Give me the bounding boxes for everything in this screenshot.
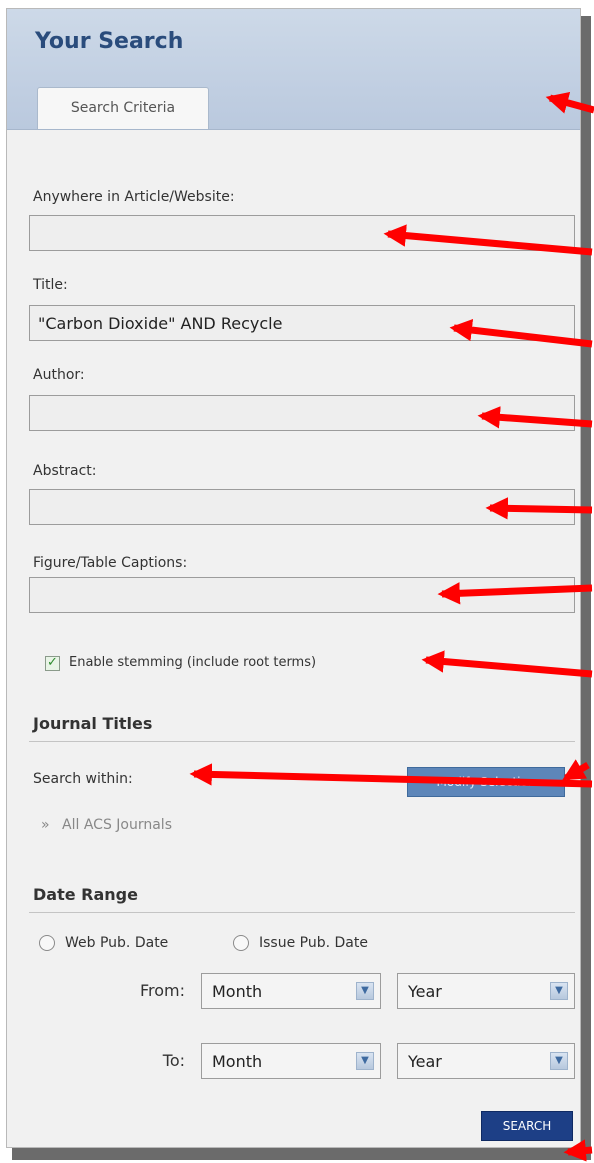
annotation-arrow [449, 318, 593, 348]
annotation-arrows [189, 91, 594, 1162]
annotation-arrow [562, 759, 590, 782]
annotation-arrow [437, 582, 593, 605]
annotation-arrow [485, 497, 593, 520]
annotation-arrow [563, 1139, 593, 1162]
annotation-arrow [545, 91, 594, 114]
annotation-arrow [477, 406, 593, 429]
annotation-arrow [189, 763, 593, 788]
annotation-arrow [383, 224, 593, 256]
annotation-arrow [421, 650, 593, 678]
